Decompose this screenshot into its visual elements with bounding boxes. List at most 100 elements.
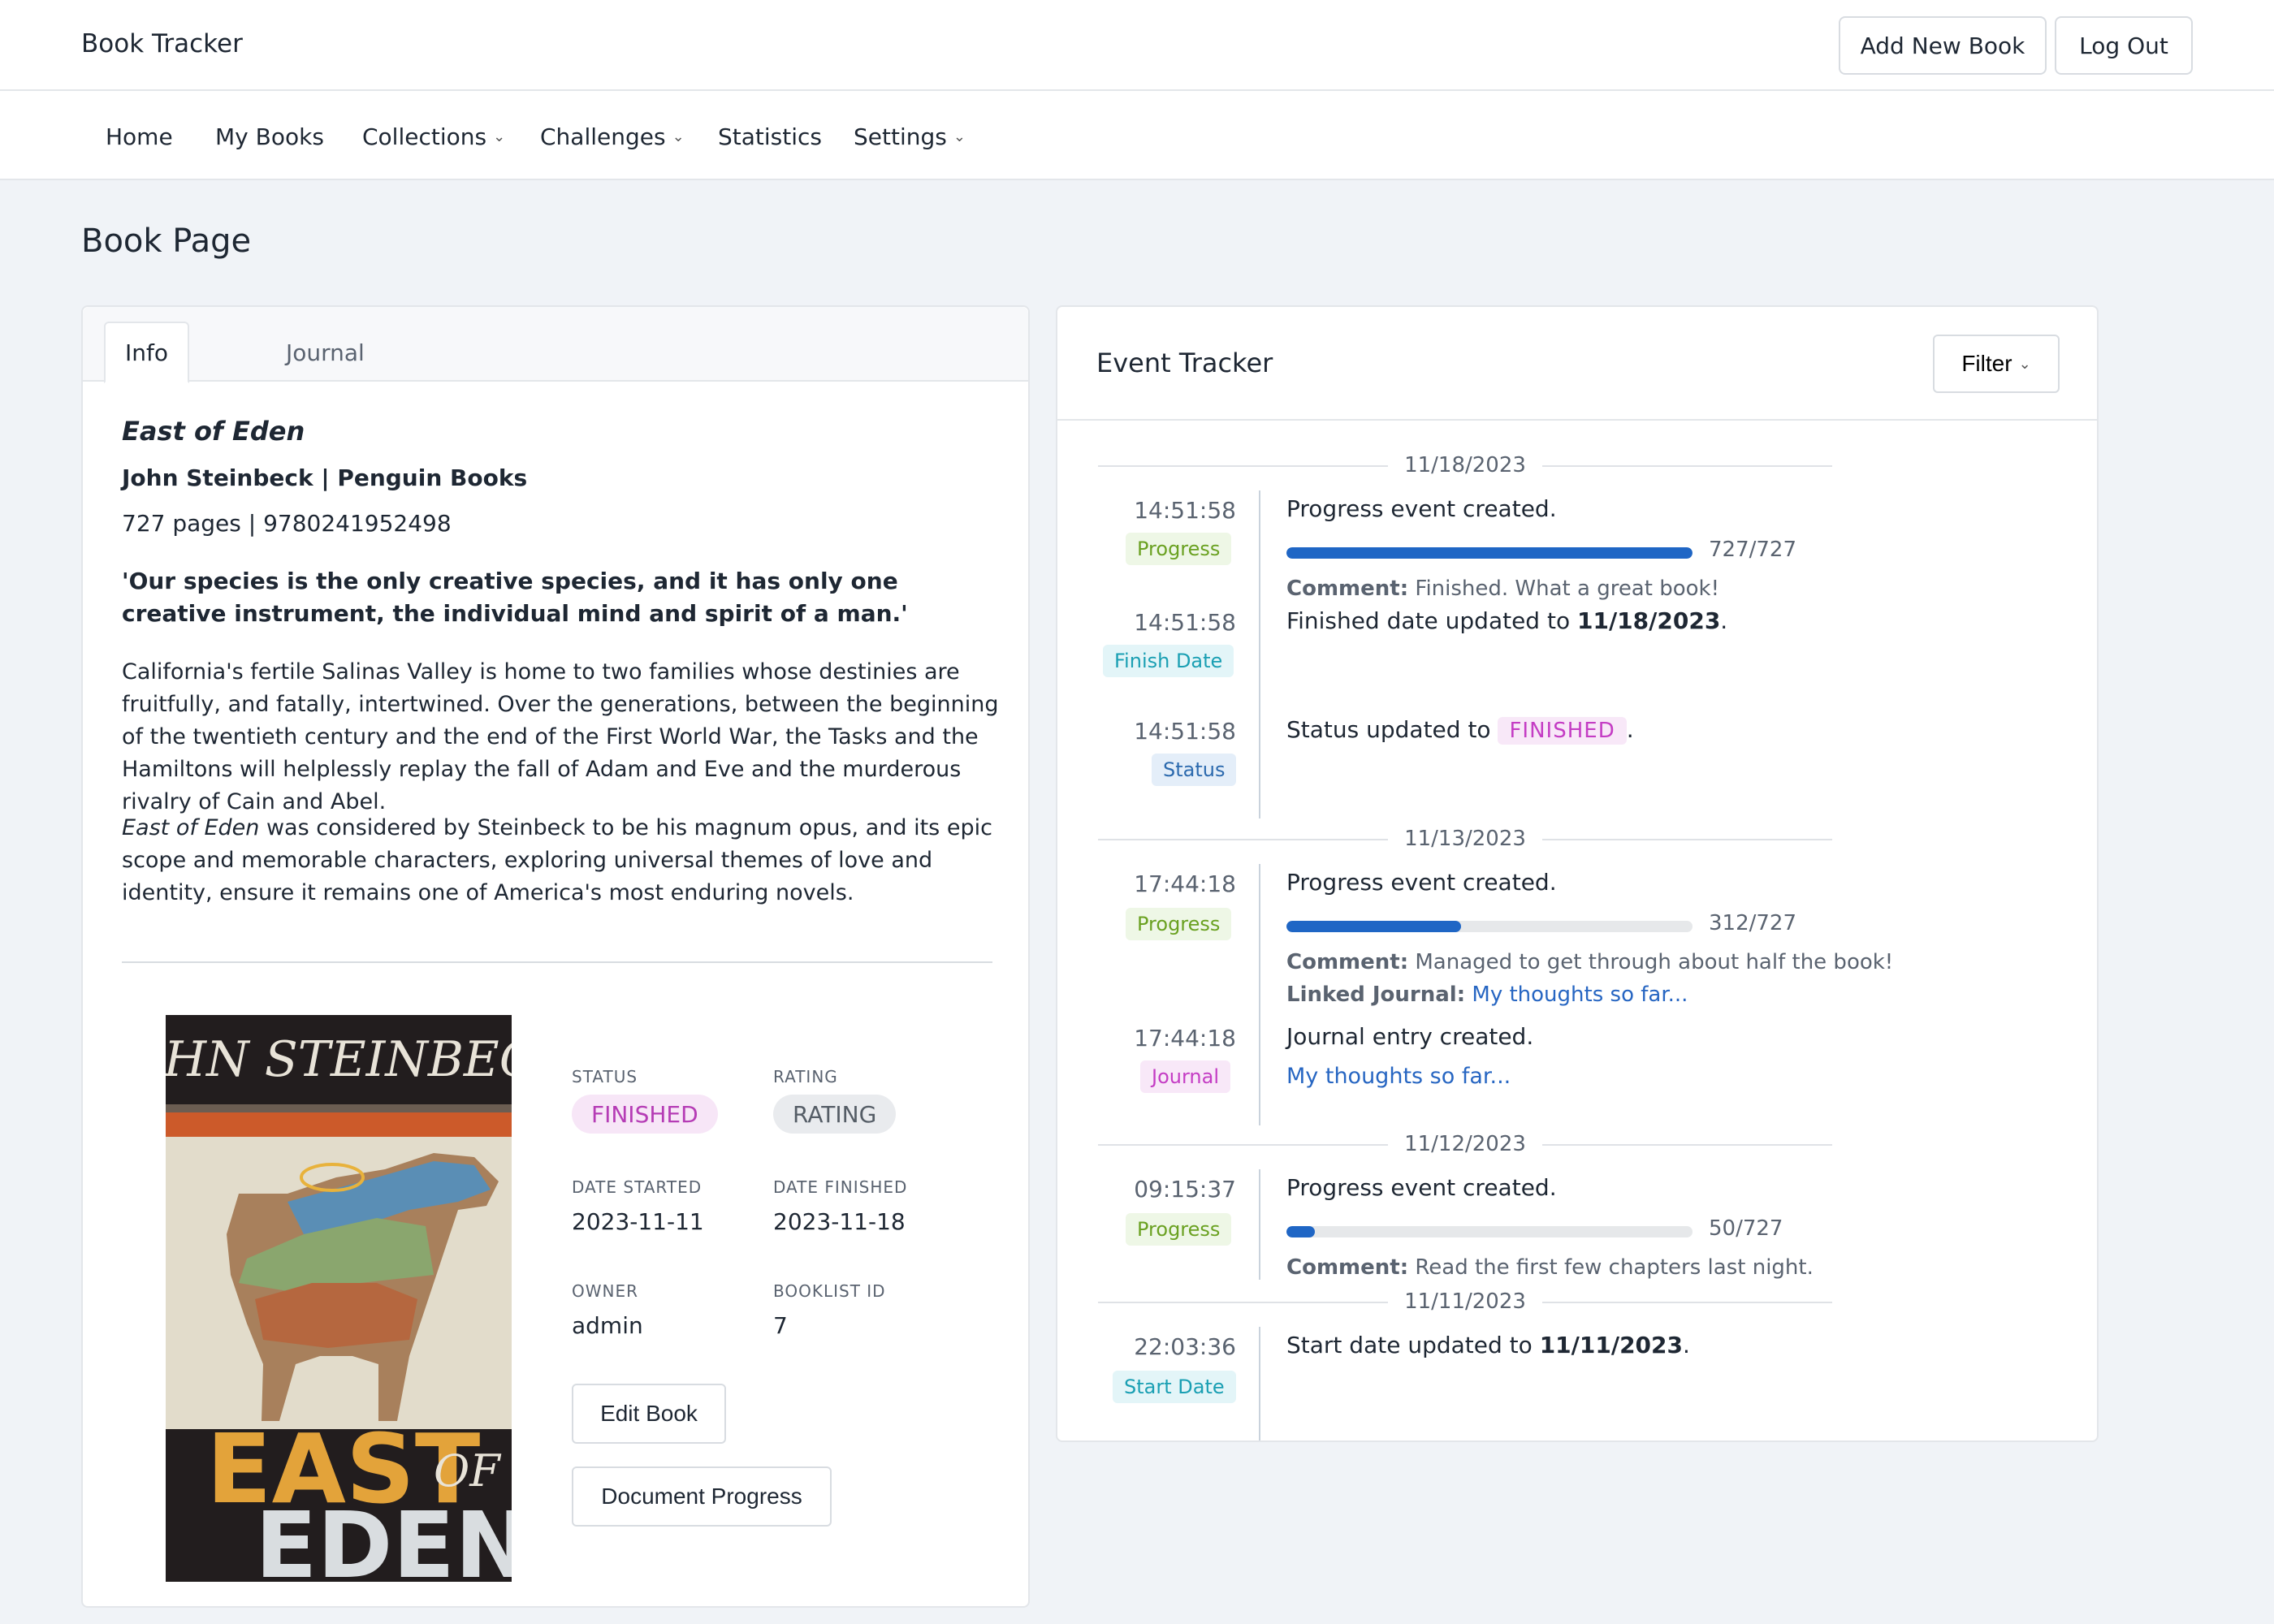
date-label: 11/18/2023 xyxy=(1388,453,1542,477)
event-tracker-card: Event Tracker Filter ⌄ 11/18/2023 14:51:5… xyxy=(1056,305,2099,1442)
status-pill: FINISHED xyxy=(1498,717,1627,745)
comment-label: Comment: xyxy=(1286,577,1409,601)
event-time: 22:03:36 xyxy=(1134,1333,1236,1360)
progress-badge: Progress xyxy=(1126,533,1232,565)
divider xyxy=(122,961,992,963)
date-label: 11/13/2023 xyxy=(1388,827,1542,851)
booklist-id-value: 7 xyxy=(773,1312,788,1339)
timeline-line xyxy=(1259,490,1260,818)
event-time: 17:44:18 xyxy=(1134,870,1236,897)
book-title: East of Eden xyxy=(122,416,305,447)
finish-date-badge: Finish Date xyxy=(1103,645,1234,677)
event-text: Start date updated to 11/11/2023. xyxy=(1286,1332,1690,1358)
comment-text: Finished. What a great book! xyxy=(1415,577,1720,601)
nav-collections[interactable]: Collections ⌄ xyxy=(362,123,505,150)
progress-count: 50/727 xyxy=(1709,1216,1783,1241)
nav-challenges[interactable]: Challenges ⌄ xyxy=(540,123,685,150)
date-separator: 11/11/2023 xyxy=(1098,1286,1832,1319)
nav-statistics[interactable]: Statistics xyxy=(718,123,822,150)
filter-button[interactable]: Filter ⌄ xyxy=(1933,335,2060,393)
text-post: . xyxy=(1720,607,1728,634)
nav-home[interactable]: Home xyxy=(106,123,173,150)
nav-my-books[interactable]: My Books xyxy=(215,123,324,150)
date-text-wrap: 11/13/2023 xyxy=(1098,827,1832,851)
linked-journal-label: Linked Journal: xyxy=(1286,983,1466,1007)
event-comment: Comment: Managed to get through about ha… xyxy=(1286,950,1893,974)
event-text: Progress event created. xyxy=(1286,869,1557,896)
progress-fill xyxy=(1286,921,1461,932)
chevron-down-icon: ⌄ xyxy=(953,128,966,145)
date-text-wrap: 11/12/2023 xyxy=(1098,1132,1832,1156)
timeline-line xyxy=(1259,1169,1260,1280)
event-time: 14:51:58 xyxy=(1134,497,1236,524)
progress-fill xyxy=(1286,1226,1315,1237)
text-date: 11/18/2023 xyxy=(1576,607,1721,634)
date-text-wrap: 11/18/2023 xyxy=(1098,453,1832,477)
nav-my-books-label: My Books xyxy=(215,123,324,150)
document-progress-button[interactable]: Document Progress xyxy=(572,1466,832,1527)
text-pre: Start date updated to xyxy=(1286,1332,1540,1358)
event-time: 09:15:37 xyxy=(1134,1176,1236,1203)
book-quote: 'Our species is the only creative specie… xyxy=(122,568,908,627)
date-text-wrap: 11/11/2023 xyxy=(1098,1289,1832,1314)
pages-isbn: 727 pages | 9780241952498 xyxy=(122,510,452,537)
text-pre: Status updated to xyxy=(1286,716,1498,743)
tab-bar: Info Journal xyxy=(83,307,1028,383)
start-date-badge: Start Date xyxy=(1113,1371,1236,1403)
status-badge: FINISHED xyxy=(572,1095,718,1134)
comment-text: Managed to get through about half the bo… xyxy=(1415,950,1894,974)
chevron-down-icon: ⌄ xyxy=(493,128,506,145)
progress-badge: Progress xyxy=(1126,908,1232,940)
journal-entry-link[interactable]: My thoughts so far... xyxy=(1286,1064,1511,1089)
progress-count: 312/727 xyxy=(1709,911,1797,935)
tab-info[interactable]: Info xyxy=(104,322,189,383)
progress-bar xyxy=(1286,547,1693,559)
timeline-line xyxy=(1259,1327,1260,1440)
comment-label: Comment: xyxy=(1286,950,1409,974)
nav-challenges-label: Challenges xyxy=(540,123,666,150)
owner-label: OWNER xyxy=(572,1281,639,1301)
cover-title-of: OF xyxy=(434,1445,502,1497)
date-separator: 11/13/2023 xyxy=(1098,823,1832,856)
rating-badge: RATING xyxy=(773,1095,897,1134)
status-event-badge: Status xyxy=(1152,754,1237,786)
book-info-card: Info Journal East of Eden John Steinbeck… xyxy=(81,305,1030,1608)
comment-label: Comment: xyxy=(1286,1255,1409,1280)
event-text: Progress event created. xyxy=(1286,1174,1557,1201)
nav-settings-label: Settings xyxy=(854,123,947,150)
text-post: . xyxy=(1626,716,1634,743)
date-started-label: DATE STARTED xyxy=(572,1177,703,1197)
progress-bar xyxy=(1286,921,1693,932)
date-label: 11/12/2023 xyxy=(1388,1132,1542,1156)
log-out-button[interactable]: Log Out xyxy=(2055,16,2193,75)
booklist-id-label: BOOKLIST ID xyxy=(773,1281,886,1301)
top-header: Book Tracker Add New Book Log Out xyxy=(0,0,2274,91)
edit-book-button[interactable]: Edit Book xyxy=(572,1384,726,1444)
book-description-2: East of Eden was considered by Steinbeck… xyxy=(122,812,999,909)
nav-home-label: Home xyxy=(106,123,173,150)
cover-title-eden: EDEN xyxy=(255,1493,512,1582)
rating-label: RATING xyxy=(773,1067,838,1086)
nav-settings[interactable]: Settings ⌄ xyxy=(854,123,966,150)
text-post: . xyxy=(1683,1332,1690,1358)
italic-title: East of Eden xyxy=(122,815,260,840)
event-time: 14:51:58 xyxy=(1134,609,1236,636)
progress-badge: Progress xyxy=(1126,1213,1232,1246)
progress-count: 727/727 xyxy=(1709,538,1797,562)
book-description: California's fertile Salinas Valley is h… xyxy=(122,659,999,814)
nav-statistics-label: Statistics xyxy=(718,123,822,150)
linked-journal-link[interactable]: My thoughts so far... xyxy=(1472,983,1688,1007)
progress-fill xyxy=(1286,547,1693,559)
brand-title[interactable]: Book Tracker xyxy=(81,29,243,58)
add-new-book-button[interactable]: Add New Book xyxy=(1839,16,2047,75)
date-separator: 11/18/2023 xyxy=(1098,450,1832,482)
cover-author-text: JOHN STEINBECK xyxy=(166,1031,512,1088)
chevron-down-icon: ⌄ xyxy=(672,128,685,145)
date-finished-label: DATE FINISHED xyxy=(773,1177,908,1197)
nav-collections-label: Collections xyxy=(362,123,487,150)
status-label: STATUS xyxy=(572,1067,638,1086)
linked-journal: Linked Journal: My thoughts so far... xyxy=(1286,983,1688,1007)
tab-journal[interactable]: Journal xyxy=(266,322,384,383)
event-comment: Comment: Read the first few chapters las… xyxy=(1286,1255,1814,1280)
date-label: 11/11/2023 xyxy=(1388,1289,1542,1314)
